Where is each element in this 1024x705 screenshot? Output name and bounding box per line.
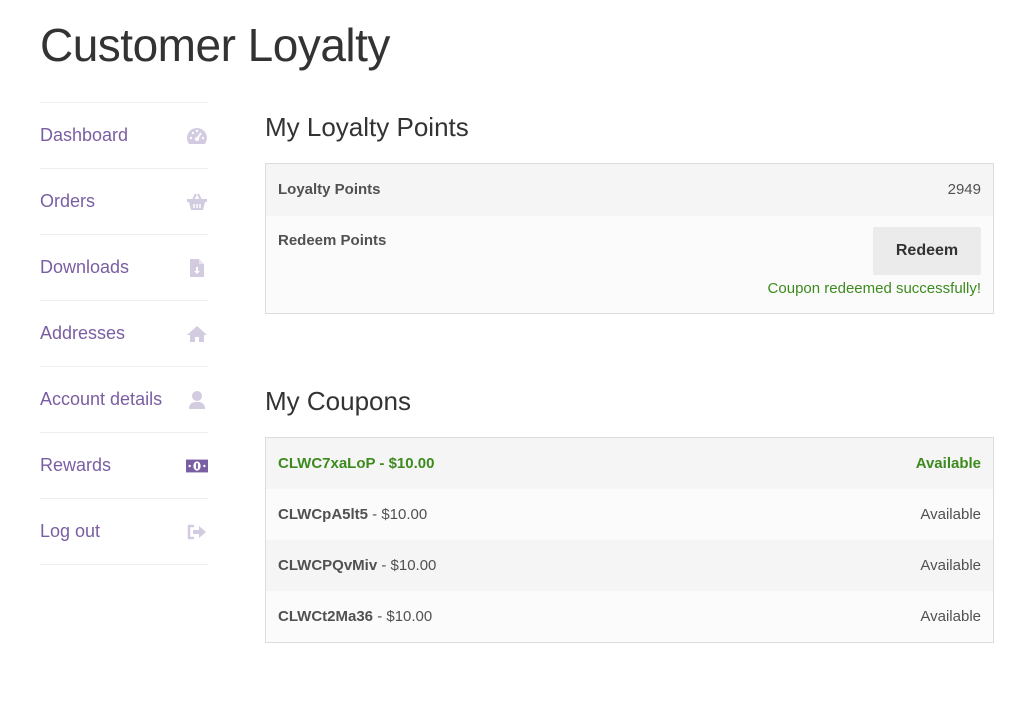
coupon-amount: - $10.00 [377,557,437,574]
user-icon [186,389,208,411]
sidebar-item-rewards[interactable]: Rewards [40,433,208,499]
coupon-row: CLWCpA5lt5 - $10.00 Available [266,489,993,540]
sidebar-item-logout[interactable]: Log out [40,499,208,565]
loyalty-points-value: 2949 [947,181,981,198]
sidebar-item-downloads[interactable]: Downloads [40,235,208,301]
redeem-button[interactable]: Redeem [873,227,981,275]
success-message: Coupon redeemed successfully! [767,280,981,297]
coupon-code: CLWCpA5lt5 [278,506,368,523]
coupon-code: CLWCPQvMiv [278,557,378,574]
sidebar-item-addresses[interactable]: Addresses [40,301,208,367]
basket-icon [186,191,208,213]
my-coupons-title: My Coupons [265,386,411,416]
sidebar-item-label: Downloads [40,257,130,277]
coupon-amount: - $10.00 [368,506,428,523]
coupon-status: Available [920,506,981,523]
coupon-status: Available [920,608,981,625]
sidebar-item-label: Rewards [40,455,112,475]
coupon-row: CLWCPQvMiv - $10.00 Available [266,540,993,591]
loyalty-points-title: My Loyalty Points [265,112,469,142]
file-download-icon [186,257,208,279]
coupon-amount: - $10.00 [373,608,433,625]
coupon-amount: - $10.00 [375,455,435,472]
loyalty-points-panel: Loyalty Points 2949 Redeem Points Redeem… [265,163,994,314]
sidebar-item-account-details[interactable]: Account details [40,367,208,433]
loyalty-points-label: Loyalty Points [278,181,381,198]
sidebar-item-label: Log out [40,521,101,541]
coupons-table: CLWC7xaLoP - $10.00 Available CLWCpA5lt5… [265,437,994,643]
sidebar-item-label: Addresses [40,323,126,343]
coupon-status: Available [920,557,981,574]
loyalty-points-row: Loyalty Points 2949 [266,164,993,216]
account-navigation: Dashboard Orders Downloads Addresses Acc… [40,102,208,565]
logout-icon [186,521,208,543]
sidebar-item-label: Orders [40,191,96,211]
coupon-row: CLWC7xaLoP - $10.00 Available [266,438,993,489]
home-icon [186,323,208,345]
sidebar-item-label: Dashboard [40,125,129,145]
coupon-status: Available [915,455,981,472]
coupon-code: CLWC7xaLoP [278,455,376,472]
coupon-row: CLWCt2Ma36 - $10.00 Available [266,591,993,642]
redeem-points-label: Redeem Points [278,232,387,249]
sidebar-item-label: Account details [40,389,163,409]
sidebar-item-orders[interactable]: Orders [40,169,208,235]
coupon-code: CLWCt2Ma36 [278,608,374,625]
page-title: Customer Loyalty [40,19,390,71]
dashboard-gauge-icon [186,125,208,147]
sidebar-item-dashboard[interactable]: Dashboard [40,103,208,169]
money-icon [186,455,208,477]
